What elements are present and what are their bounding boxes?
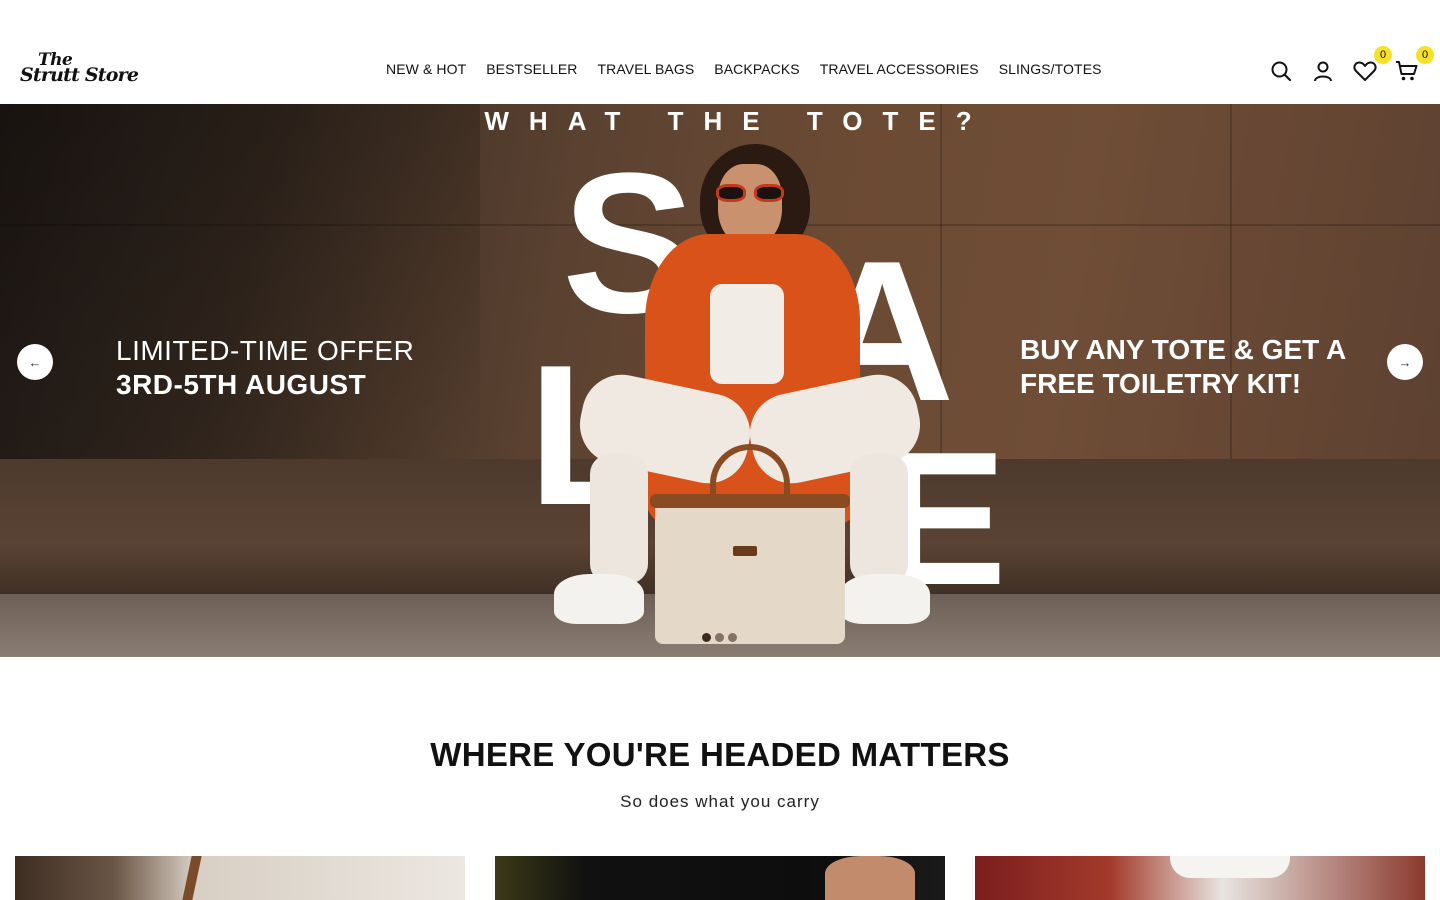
offer-text: LIMITED-TIME OFFER 3RD-5TH AUGUST xyxy=(116,334,414,402)
main-nav: NEW & HOT BESTSELLER TRAVEL BAGS BACKPAC… xyxy=(376,58,1112,82)
arrow-left-icon: ← xyxy=(28,354,42,370)
section-title: WHERE YOU'RE HEADED MATTERS xyxy=(430,736,1010,773)
sunglasses xyxy=(716,184,786,202)
carousel-dot-1[interactable] xyxy=(702,633,711,642)
bag-strap xyxy=(182,856,202,900)
nav-new-hot[interactable]: NEW & HOT xyxy=(376,58,476,82)
arrow-right-icon: → xyxy=(1398,354,1412,370)
promo-line-1: BUY ANY TOTE & GET A xyxy=(1020,334,1347,365)
cart-count-badge: 0 xyxy=(1416,46,1434,64)
hero-kicker: WHAT THE TOTE? xyxy=(484,106,992,136)
logo-text-bottom: Strutt Store xyxy=(20,64,139,86)
nav-travel-bags[interactable]: TRAVEL BAGS xyxy=(588,58,705,82)
offer-dates: 3RD-5TH AUGUST xyxy=(116,369,367,400)
white-top xyxy=(710,284,784,384)
shirt-image xyxy=(1170,856,1290,878)
category-card[interactable] xyxy=(15,856,465,900)
category-cards xyxy=(15,856,1425,900)
hero-banner[interactable]: WHAT THE TOTE? S A L E LIMITED-TIME OFFE… xyxy=(0,104,1440,657)
carousel-dots xyxy=(702,633,737,642)
store-logo[interactable]: The Strutt Store xyxy=(20,50,139,90)
site-header: The Strutt Store NEW & HOT BESTSELLER TR… xyxy=(0,0,1440,104)
sneaker-right xyxy=(840,574,930,624)
carousel-prev-button[interactable]: ← xyxy=(17,344,53,380)
cart-icon[interactable]: 0 xyxy=(1394,46,1434,84)
account-icon[interactable] xyxy=(1310,58,1336,84)
offer-headline: LIMITED-TIME OFFER xyxy=(116,335,415,366)
tote-bag xyxy=(655,494,845,644)
hand-image xyxy=(825,856,915,900)
nav-slings-totes[interactable]: SLINGS/TOTES xyxy=(989,58,1112,82)
carousel-next-button[interactable]: → xyxy=(1387,344,1423,380)
promo-line-2: FREE TOILETRY KIT! xyxy=(1020,368,1302,399)
wishlist-count-badge: 0 xyxy=(1374,46,1392,64)
header-actions: 0 0 xyxy=(1268,46,1434,86)
hero-shadow xyxy=(0,104,480,464)
section-subtitle: So does what you carry xyxy=(620,792,820,811)
wishlist-icon[interactable]: 0 xyxy=(1352,46,1392,84)
leg-left xyxy=(590,454,648,584)
tote-trim xyxy=(650,494,850,508)
nav-backpacks[interactable]: BACKPACKS xyxy=(704,58,809,82)
leg-right xyxy=(850,454,908,584)
tote-label xyxy=(733,546,757,556)
category-card[interactable] xyxy=(975,856,1425,900)
search-icon[interactable] xyxy=(1268,58,1294,84)
promo-text: BUY ANY TOTE & GET A FREE TOILETRY KIT! xyxy=(1020,333,1346,401)
sneaker-left xyxy=(554,574,644,624)
nav-travel-accessories[interactable]: TRAVEL ACCESSORIES xyxy=(810,58,989,82)
carousel-dot-2[interactable] xyxy=(715,633,724,642)
carousel-dot-3[interactable] xyxy=(728,633,737,642)
nav-bestseller[interactable]: BESTSELLER xyxy=(476,58,587,82)
category-card[interactable] xyxy=(495,856,945,900)
model-figure xyxy=(550,134,950,657)
wall-seam xyxy=(1230,104,1232,459)
